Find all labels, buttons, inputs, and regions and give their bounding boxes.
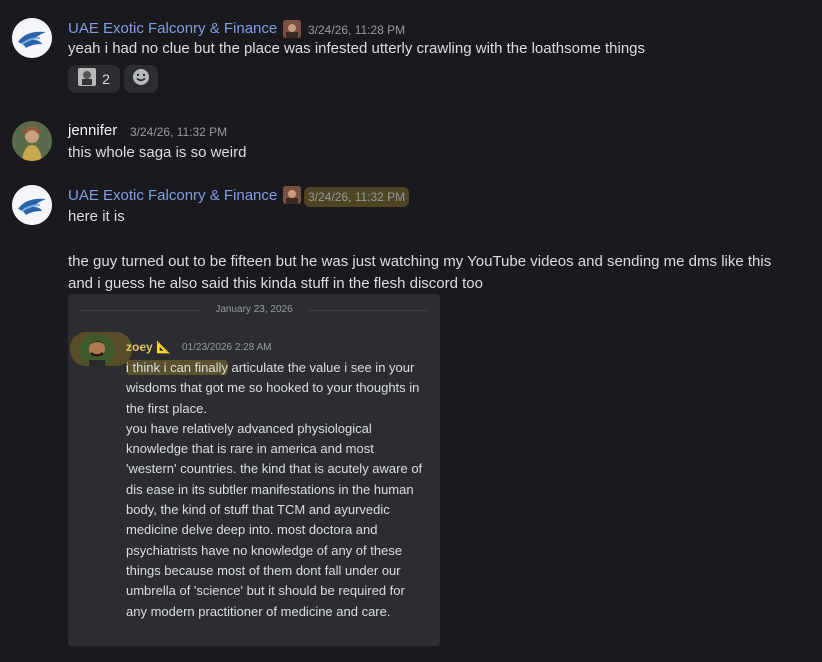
message-text: and i guess he also said this kinda stuf… [68, 275, 483, 292]
add-reaction-icon [132, 68, 150, 91]
message-text: the guy turned out to be fifteen but he … [68, 253, 772, 270]
zoey-avatar [80, 334, 114, 368]
embed-body-text: articulate the value i see in your wisdo… [126, 360, 423, 619]
message-text: yeah i had no clue but the place was inf… [68, 40, 646, 57]
username[interactable]: jennifer [68, 121, 117, 141]
falcon-logo-avatar[interactable] [12, 185, 52, 225]
role-icon [283, 20, 301, 38]
message-text: here it is [68, 208, 125, 225]
jennifer-avatar[interactable] [12, 121, 52, 161]
embed-message-text: i think i can finally articulate the val… [126, 358, 426, 622]
embed-username: zoey 📐 [126, 340, 171, 354]
username[interactable]: UAE Exotic Falconry & Finance [68, 186, 277, 206]
embed-author: zoey [126, 340, 153, 354]
falcon-logo-avatar[interactable] [12, 18, 52, 58]
timestamp: 3/24/26, 11:32 PM [304, 187, 410, 207]
reaction-sticker[interactable]: 2 [68, 65, 120, 93]
username[interactable]: UAE Exotic Falconry & Finance [68, 19, 277, 39]
highlighted-text: i think i can finally [126, 360, 228, 375]
timestamp: 3/24/26, 11:32 PM [130, 125, 228, 139]
role-icon [283, 186, 301, 204]
add-reaction-button[interactable] [124, 65, 158, 93]
reaction-count: 2 [102, 71, 110, 87]
message-text: this whole saga is so weird [68, 144, 247, 161]
embed-timestamp: 01/23/2026 2:28 AM [182, 342, 272, 353]
attached-screenshot[interactable]: January 23, 2026 zoey 📐 01/23/2026 2:28 … [68, 294, 440, 646]
user-sticker-icon [78, 67, 97, 91]
timestamp: 3/24/26, 11:28 PM [308, 23, 406, 37]
divider-line [308, 310, 428, 311]
ruler-badge-icon: 📐 [156, 340, 171, 354]
